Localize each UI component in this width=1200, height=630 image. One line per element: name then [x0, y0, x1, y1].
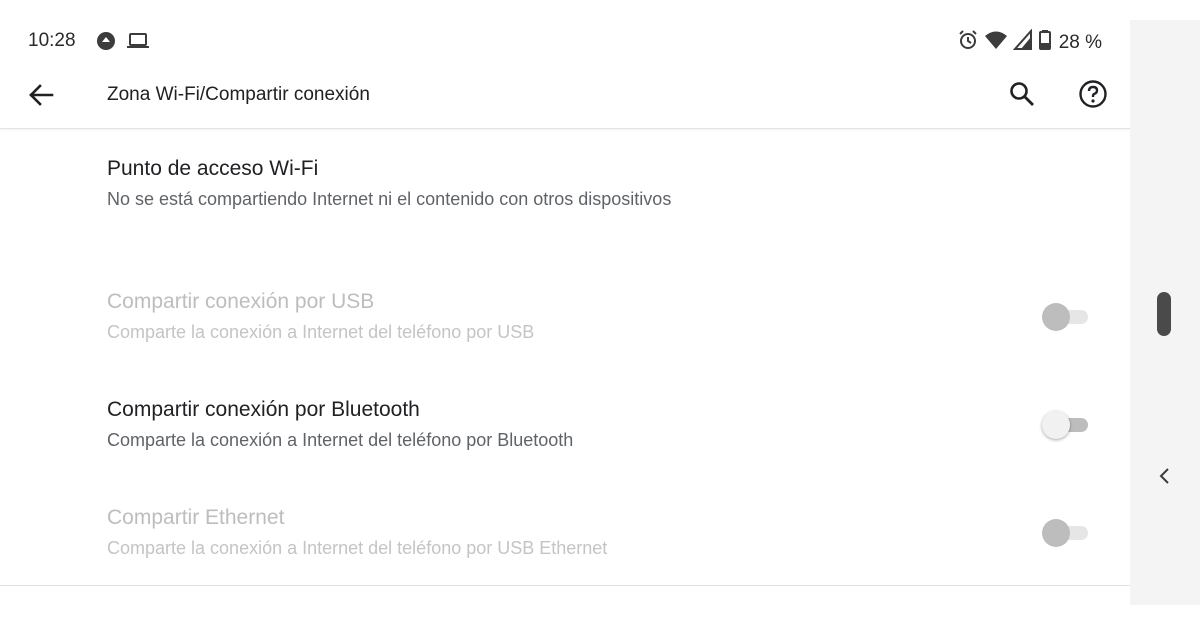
app-bar: Zona Wi-Fi/Compartir conexión	[0, 64, 1130, 129]
pref-usb-tethering: Compartir conexión por USB Comparte la c…	[0, 272, 1130, 368]
chevron-left-icon[interactable]	[1155, 464, 1175, 488]
pref-wifi-hotspot[interactable]: Punto de acceso Wi-Fi No se está compart…	[0, 140, 1130, 240]
cell-signal-icon	[1012, 28, 1033, 56]
settings-screen: 10:28 28 % Zona Wi-Fi/Compartir conexión…	[0, 0, 1130, 630]
search-button[interactable]	[1004, 78, 1040, 114]
pref-ethernet-tethering: Compartir Ethernet Comparte la conexión …	[0, 488, 1130, 584]
ethernet-tethering-switch	[1042, 518, 1090, 548]
back-button[interactable]	[24, 80, 58, 114]
help-button[interactable]	[1075, 78, 1111, 114]
scroll-handle-icon[interactable]	[1157, 292, 1171, 336]
pref-title: Compartir conexión por USB	[107, 290, 375, 313]
pref-summary: No se está compartiendo Internet ni el c…	[107, 189, 672, 209]
pref-title: Compartir conexión por Bluetooth	[107, 398, 420, 421]
search-icon	[1009, 81, 1035, 112]
arrow-back-icon	[28, 82, 54, 113]
switch-thumb	[1042, 519, 1070, 547]
alarm-icon	[957, 29, 979, 56]
page-title: Zona Wi-Fi/Compartir conexión	[107, 84, 370, 105]
pref-title: Compartir Ethernet	[107, 506, 285, 529]
pref-summary: Comparte la conexión a Internet del telé…	[107, 430, 574, 450]
list-divider	[0, 585, 1130, 586]
status-time: 10:28	[28, 30, 76, 51]
switch-thumb	[1042, 303, 1070, 331]
pref-summary: Comparte la conexión a Internet del telé…	[107, 538, 608, 558]
bluetooth-tethering-switch[interactable]	[1042, 410, 1090, 440]
status-right-icons: 28 %	[957, 28, 1102, 56]
battery-icon	[1038, 29, 1052, 56]
status-left-icons	[96, 31, 150, 56]
pref-summary: Comparte la conexión a Internet del telé…	[107, 322, 535, 342]
laptop-icon	[126, 31, 150, 56]
battery-percent: 28 %	[1058, 31, 1102, 53]
pref-title: Punto de acceso Wi-Fi	[107, 157, 319, 180]
pref-bluetooth-tethering[interactable]: Compartir conexión por Bluetooth Compart…	[0, 380, 1130, 476]
notification-dot-icon	[96, 31, 116, 56]
status-bar: 10:28 28 %	[0, 20, 1130, 64]
wifi-icon	[984, 29, 1008, 56]
usb-tethering-switch	[1042, 302, 1090, 332]
switch-thumb	[1042, 411, 1070, 439]
help-icon	[1078, 79, 1108, 114]
